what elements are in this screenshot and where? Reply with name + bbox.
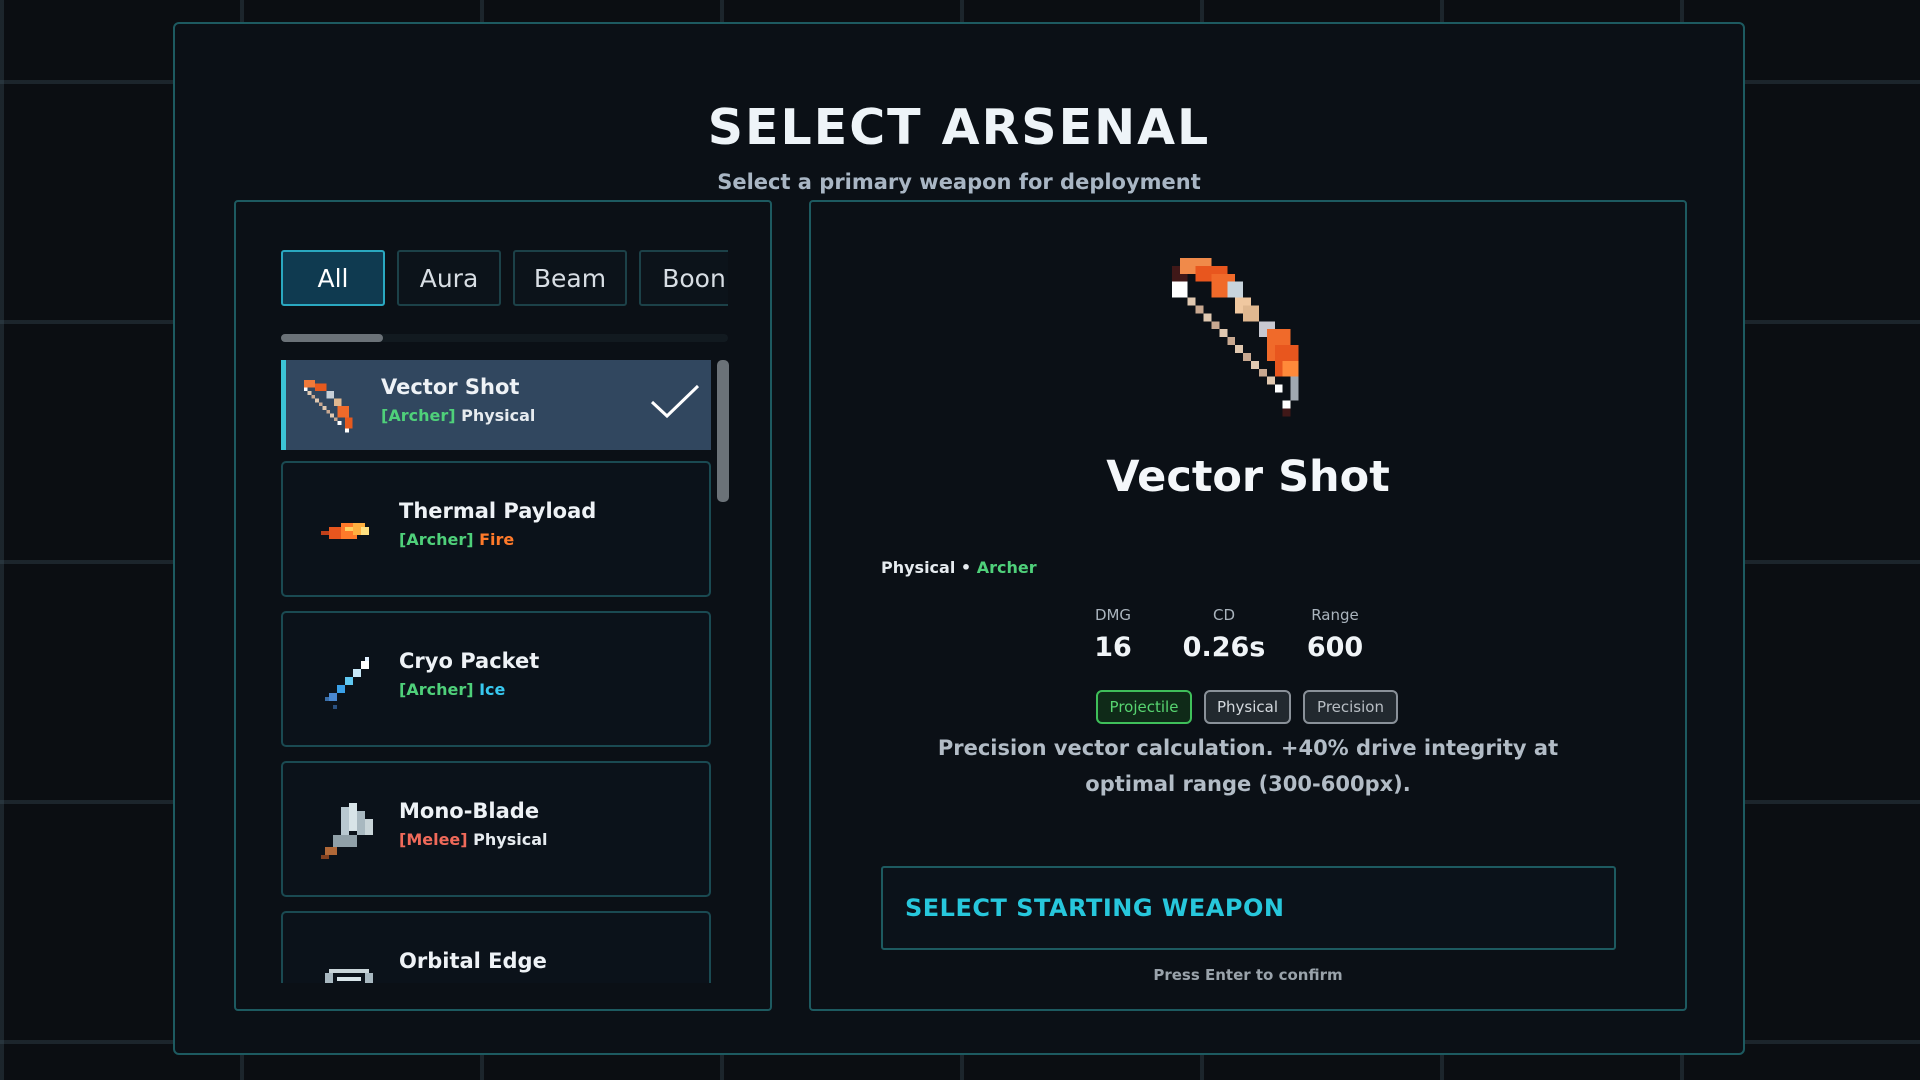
weapon-detail-panel: Vector Shot Physical • Archer DMG 16 CD … — [809, 200, 1687, 1011]
weapon-name: Mono-Blade — [399, 799, 540, 823]
weapon-class-tag: [Archer] — [399, 680, 474, 699]
stat-label: Range — [1311, 606, 1359, 624]
ice-arrow-icon — [325, 657, 369, 709]
bow-icon — [1171, 257, 1299, 417]
weapon-element-tag: Physical — [473, 830, 548, 849]
weapon-class-tag: [Archer] — [399, 530, 474, 549]
stat-label: CD — [1212, 606, 1236, 624]
weapon-item-vector-shot[interactable]: Vector Shot [Archer] Physical — [281, 360, 711, 450]
weapon-detail-class: Archer — [976, 558, 1037, 577]
select-starting-weapon-button[interactable]: SELECT STARTING WEAPON — [881, 866, 1616, 950]
screen-subtitle: Select a primary weapon for deployment — [717, 170, 1201, 194]
weapon-element-tag: Physical — [461, 406, 536, 425]
select-button-label: SELECT STARTING WEAPON — [905, 894, 1285, 922]
stat-value: 600 — [1306, 632, 1364, 663]
tab-aura[interactable]: Aura — [397, 250, 501, 306]
tab-all[interactable]: All — [281, 250, 385, 306]
weapon-list-scrollbar[interactable] — [717, 360, 729, 983]
blade-icon — [321, 803, 373, 859]
stat-cd: CD 0.26s — [1164, 606, 1284, 663]
tab-beam[interactable]: Beam — [513, 250, 627, 306]
weapon-list-panel: All Aura Beam Boon Vector Shot [Archer] … — [234, 200, 772, 1011]
badge-precision: Precision — [1303, 690, 1398, 724]
weapon-item-orbital-edge[interactable]: Orbital Edge — [281, 911, 711, 983]
confirm-hint: Press Enter to confirm — [1153, 966, 1343, 984]
weapon-element-tag: Fire — [479, 530, 515, 549]
badge-physical: Physical — [1204, 690, 1291, 724]
stat-dmg: DMG 16 — [1053, 606, 1173, 663]
badge-projectile: Projectile — [1096, 690, 1192, 724]
weapon-class-tag: [Archer] — [381, 406, 456, 425]
stat-value: 0.26s — [1182, 632, 1266, 663]
weapon-detail-element: Physical — [881, 558, 956, 577]
separator-dot: • — [960, 558, 972, 577]
tabs-scrollbar-thumb[interactable] — [281, 334, 383, 342]
screen-title: SELECT ARSENAL — [707, 99, 1211, 156]
category-tabs: All Aura Beam Boon — [281, 250, 728, 310]
tabs-scrollbar[interactable] — [281, 334, 728, 342]
weapon-tags: [Melee] Physical — [399, 830, 548, 849]
weapon-name: Cryo Packet — [399, 649, 540, 673]
weapon-description: Precision vector calculation. +40% drive… — [937, 736, 1559, 796]
weapon-tags: [Archer] Ice — [399, 680, 505, 699]
weapon-item-thermal-payload[interactable]: Thermal Payload [Archer] Fire — [281, 461, 711, 597]
tab-boon[interactable]: Boon — [639, 250, 728, 306]
stat-value: 16 — [1094, 632, 1132, 663]
weapon-name: Thermal Payload — [399, 499, 597, 523]
checkmark-icon — [650, 384, 700, 419]
weapon-tags: [Archer] Fire — [399, 530, 514, 549]
bow-icon — [303, 379, 353, 433]
weapon-detail-types: Physical • Archer — [881, 558, 1037, 577]
weapon-name: Vector Shot — [381, 375, 520, 399]
fire-arrow-icon — [321, 523, 369, 539]
weapon-tags: [Archer] Physical — [381, 406, 535, 425]
weapon-class-tag: [Melee] — [399, 830, 468, 849]
weapon-name: Orbital Edge — [399, 949, 547, 973]
weapon-list-scrollbar-thumb[interactable] — [717, 360, 729, 502]
weapon-item-mono-blade[interactable]: Mono-Blade [Melee] Physical — [281, 761, 711, 897]
stat-label: DMG — [1094, 606, 1132, 624]
arsenal-window: SELECT ARSENAL Select a primary weapon f… — [173, 22, 1745, 1055]
weapon-element-tag: Ice — [479, 680, 506, 699]
weapon-item-cryo-packet[interactable]: Cryo Packet [Archer] Ice — [281, 611, 711, 747]
stat-range: Range 600 — [1275, 606, 1395, 663]
weapon-list: Vector Shot [Archer] Physical Thermal Pa… — [281, 360, 711, 983]
weapon-detail-name: Vector Shot — [1106, 452, 1390, 502]
orbital-icon — [325, 969, 373, 983]
